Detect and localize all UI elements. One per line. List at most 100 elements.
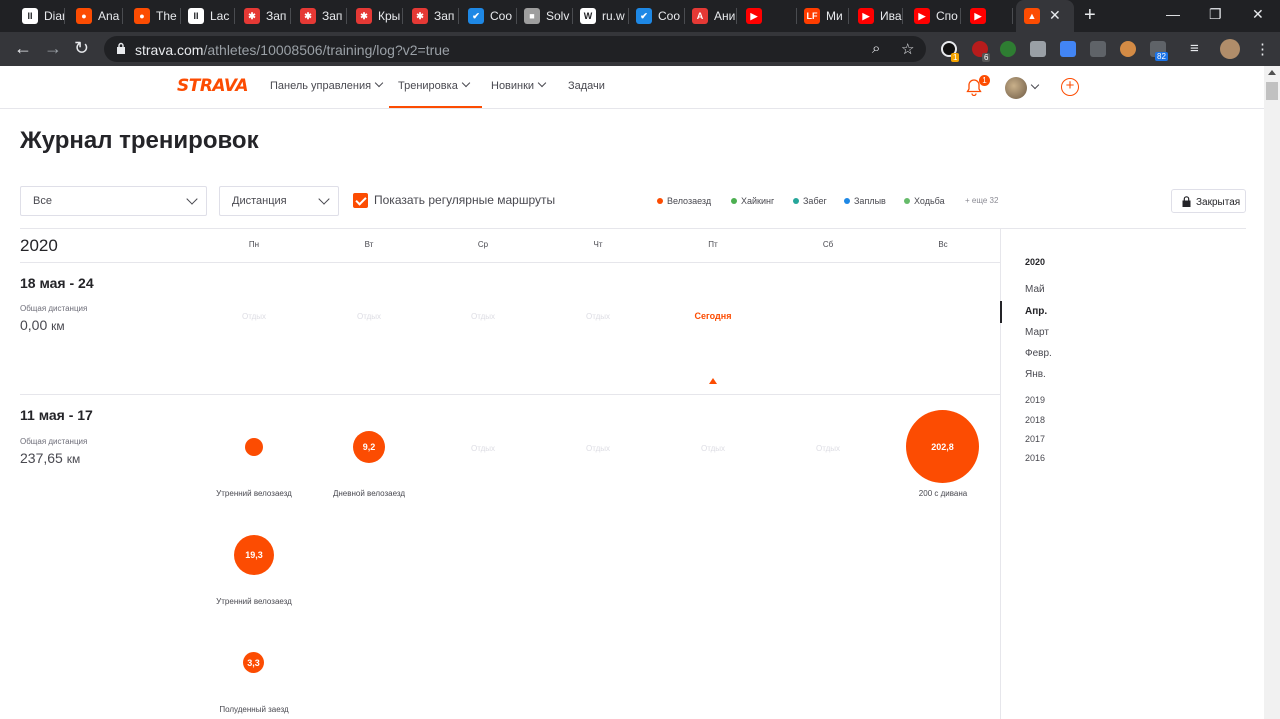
activity-bubble[interactable]: 9,2: [353, 431, 385, 463]
forward-arrow-icon[interactable]: →: [44, 38, 62, 58]
show-routes-label[interactable]: Показать регулярные маршруты: [374, 193, 555, 207]
tab-favicon-icon: ✱: [300, 8, 316, 24]
nav-challenges[interactable]: Задачи: [568, 80, 605, 92]
nav-explore[interactable]: Новинки: [491, 78, 547, 92]
browser-tab[interactable]: ✱ Кры: [348, 0, 402, 32]
scroll-up-arrow-icon[interactable]: [1268, 70, 1276, 75]
media-control-icon[interactable]: ≡: [1190, 40, 1199, 57]
tab-favicon-icon: ✱: [244, 8, 260, 24]
address-bar[interactable]: strava.com/athletes/10008506/training/lo…: [104, 36, 926, 62]
activity-bubble[interactable]: 3,3: [243, 652, 264, 673]
back-arrow-icon[interactable]: ←: [14, 38, 32, 58]
nav-active-indicator: [389, 106, 482, 108]
zoom-icon[interactable]: ⌕: [872, 40, 880, 57]
bookmark-star-icon[interactable]: ☆: [901, 40, 914, 58]
week-total-distance: 237,65 км: [20, 450, 81, 466]
privacy-button[interactable]: Закрытая: [1171, 189, 1246, 213]
profile-avatar-icon[interactable]: [1220, 39, 1240, 59]
browser-tab[interactable]: ▶ Ива: [850, 0, 902, 32]
extension-bplus-icon[interactable]: [1000, 41, 1016, 57]
browser-tab[interactable]: ▶: [738, 0, 796, 32]
sidebar-active-indicator: [1000, 301, 1002, 323]
sidebar-month[interactable]: Март: [1025, 327, 1049, 338]
browser-tab[interactable]: ● Ana: [68, 0, 122, 32]
nav-dashboard[interactable]: Панель управления: [270, 78, 384, 92]
sidebar-month[interactable]: Май: [1025, 284, 1045, 295]
browser-tab[interactable]: ✱ Зап: [292, 0, 346, 32]
sidebar-year[interactable]: 2017: [1025, 434, 1045, 444]
activity-name[interactable]: Полуденный заезд: [194, 705, 314, 714]
browser-tab[interactable]: ✱ Зап: [404, 0, 458, 32]
extension-cookie-icon[interactable]: [1120, 41, 1136, 57]
lock-icon: [1182, 196, 1191, 207]
sidebar-month-active[interactable]: Апр.: [1025, 306, 1047, 317]
activity-bubble[interactable]: 19,3: [234, 535, 274, 575]
restore-window-button[interactable]: ❐: [1209, 6, 1222, 23]
close-tab-icon[interactable]: ✕: [1049, 7, 1061, 24]
tab-favicon-icon: ■: [524, 8, 540, 24]
tab-favicon-icon: ▶: [914, 8, 930, 24]
tab-favicon-icon: W: [580, 8, 596, 24]
browser-tab[interactable]: ■ Solv: [516, 0, 572, 32]
activity-type-value: Все: [33, 195, 52, 207]
strava-logo[interactable]: STRAVA: [177, 76, 249, 96]
sidebar-current-year[interactable]: 2020: [1025, 257, 1045, 267]
tab-separator: [960, 8, 961, 24]
reload-icon[interactable]: ↻: [74, 38, 89, 58]
day-header: Чт: [593, 240, 603, 249]
extension-camera-icon[interactable]: [1030, 41, 1046, 57]
day-header: Вс: [938, 240, 948, 249]
close-window-button[interactable]: ✕: [1252, 6, 1264, 23]
metric-select[interactable]: Дистанция: [219, 186, 339, 216]
browser-tab[interactable]: A Ани: [684, 0, 736, 32]
activity-bubble[interactable]: [245, 438, 263, 456]
sidebar-year[interactable]: 2018: [1025, 415, 1045, 425]
minimize-window-button[interactable]: —: [1166, 6, 1180, 22]
activity-name[interactable]: Утренний велозаезд: [194, 597, 314, 606]
extension-mountain-icon[interactable]: [1090, 41, 1106, 57]
browser-tab[interactable]: ▶ Спо: [906, 0, 960, 32]
chevron-down-icon: [186, 193, 198, 205]
browser-tab[interactable]: II Diar: [14, 0, 64, 32]
show-routes-checkbox[interactable]: [353, 193, 368, 208]
browser-tab[interactable]: II Lac: [180, 0, 234, 32]
sidebar-month[interactable]: Янв.: [1025, 369, 1046, 380]
legend-dot: [904, 198, 910, 204]
legend-swim: Заплыв: [844, 196, 886, 206]
scrollbar[interactable]: [1264, 66, 1280, 719]
rest-day-label: Отдых: [470, 444, 496, 453]
tab-separator: [234, 8, 235, 24]
sidebar-year[interactable]: 2016: [1025, 453, 1045, 463]
today-marker-icon: [709, 378, 717, 384]
tab-strava-active[interactable]: ▲: [1016, 0, 1074, 32]
browser-tab[interactable]: LF Ми: [796, 0, 848, 32]
browser-tab[interactable]: ● The: [126, 0, 180, 32]
kebab-menu-icon[interactable]: ⋮: [1255, 40, 1270, 58]
legend-dot: [657, 198, 663, 204]
new-tab-button[interactable]: +: [1084, 4, 1096, 27]
browser-tab[interactable]: Wru.w: [572, 0, 628, 32]
scrollbar-thumb[interactable]: [1266, 82, 1278, 100]
week-total-label: Общая дистанция: [20, 437, 88, 446]
activity-name[interactable]: Утренний велозаезд: [194, 489, 314, 498]
upload-plus-button[interactable]: +: [1061, 78, 1079, 96]
browser-tab[interactable]: ✔ Coo: [628, 0, 684, 32]
tab-separator: [64, 8, 65, 24]
chevron-down-icon[interactable]: [1030, 80, 1040, 90]
sidebar-year[interactable]: 2019: [1025, 395, 1045, 405]
activity-name[interactable]: Дневной велозаезд: [309, 489, 429, 498]
activity-bubble[interactable]: 202,8: [906, 410, 979, 483]
sidebar-month[interactable]: Февр.: [1025, 348, 1052, 359]
tab-title: Ana: [98, 9, 120, 23]
nav-training[interactable]: Тренировка: [398, 78, 471, 92]
activity-name[interactable]: 200 с дивана: [883, 489, 1003, 498]
browser-tab[interactable]: ✔ Coo: [460, 0, 516, 32]
browser-tab[interactable]: ✱ Зап: [236, 0, 290, 32]
tab-favicon-icon: II: [188, 8, 204, 24]
legend-ride: Велозаезд: [657, 196, 711, 206]
extension-translate-icon[interactable]: [1060, 41, 1076, 57]
browser-tab[interactable]: ▶: [962, 0, 1012, 32]
activity-type-select[interactable]: Все: [20, 186, 207, 216]
legend-more-link[interactable]: + еще 32: [965, 196, 998, 205]
avatar[interactable]: [1005, 77, 1027, 99]
